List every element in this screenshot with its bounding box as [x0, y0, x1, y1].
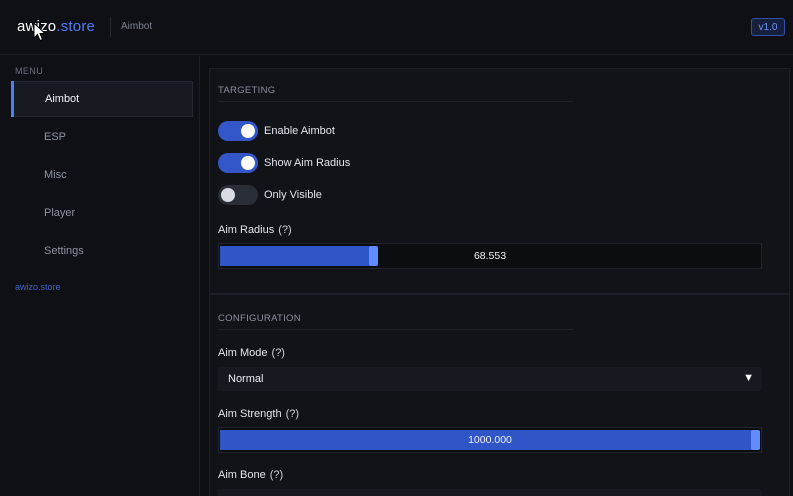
- sidebar-item-player[interactable]: Player: [11, 195, 193, 231]
- sidebar-item-label: Player: [44, 207, 76, 219]
- aim-radius-label-text: Aim Radius: [218, 224, 275, 236]
- aim-bone-select[interactable]: [218, 489, 762, 496]
- sidebar-footer-link[interactable]: awizo.store: [15, 282, 61, 292]
- sidebar-item-label: Aimbot: [45, 93, 80, 105]
- aim-mode-label-text: Aim Mode: [218, 347, 268, 359]
- aim-bone-label: Aim Bone (?): [218, 469, 283, 481]
- aim-mode-select[interactable]: Normal ▼: [218, 367, 762, 391]
- section-title-configuration: CONFIGURATION: [218, 313, 301, 324]
- enable-aimbot-label: Enable Aimbot: [264, 125, 335, 137]
- aim-strength-label: Aim Strength (?): [218, 408, 299, 420]
- aim-radius-slider[interactable]: 68.553: [218, 243, 762, 269]
- app-logo[interactable]: awizo.store: [17, 18, 95, 35]
- aim-strength-slider[interactable]: 1000.000: [218, 427, 762, 453]
- sidebar-item-esp[interactable]: ESP: [11, 119, 193, 155]
- targeting-section: TARGETING Enable Aimbot Show Aim Radius …: [209, 68, 790, 294]
- aim-bone-label-text: Aim Bone: [218, 469, 266, 481]
- enable-aimbot-row: Enable Aimbot: [218, 121, 335, 141]
- aim-bone-help-icon[interactable]: (?): [270, 469, 283, 481]
- top-bar: awizo.store Aimbot v1.0: [0, 0, 793, 55]
- menu-label: MENU: [15, 66, 44, 76]
- show-aim-radius-row: Show Aim Radius: [218, 153, 350, 173]
- aim-strength-label-text: Aim Strength: [218, 408, 282, 420]
- main-panel: TARGETING Enable Aimbot Show Aim Radius …: [201, 56, 793, 496]
- aim-radius-help-icon[interactable]: (?): [278, 224, 291, 236]
- sidebar-item-settings[interactable]: Settings: [11, 233, 193, 269]
- section-title-targeting: TARGETING: [218, 85, 276, 96]
- aim-mode-help-icon[interactable]: (?): [272, 347, 285, 359]
- aim-radius-label: Aim Radius (?): [218, 224, 292, 236]
- version-badge: v1.0: [751, 18, 785, 36]
- aim-strength-help-icon[interactable]: (?): [286, 408, 299, 420]
- sidebar: MENU Aimbot ESP Misc Player Settings awi…: [0, 56, 200, 496]
- toggle-knob: [221, 188, 235, 202]
- aim-radius-value: 68.553: [473, 250, 507, 262]
- toggle-knob: [241, 124, 255, 138]
- only-visible-toggle[interactable]: [218, 185, 258, 205]
- enable-aimbot-toggle[interactable]: [218, 121, 258, 141]
- dropdown-caret-icon: ▼: [743, 372, 754, 384]
- logo-tld: .store: [56, 18, 96, 35]
- toggle-knob: [241, 156, 255, 170]
- show-aim-radius-label: Show Aim Radius: [264, 157, 351, 169]
- aim-mode-selected-value: Normal: [228, 373, 264, 385]
- sidebar-item-label: Settings: [44, 245, 84, 257]
- sidebar-item-label: Misc: [44, 169, 67, 181]
- show-aim-radius-toggle[interactable]: [218, 153, 258, 173]
- sidebar-item-label: ESP: [44, 131, 67, 143]
- configuration-section: CONFIGURATION Aim Mode (?) Normal ▼ Aim S…: [209, 294, 790, 496]
- aim-mode-label: Aim Mode (?): [218, 347, 285, 359]
- sidebar-item-aimbot[interactable]: Aimbot: [11, 81, 193, 117]
- only-visible-row: Only Visible: [218, 185, 322, 205]
- section-divider: [218, 329, 573, 330]
- aim-strength-value: 1000.000: [468, 434, 512, 446]
- section-divider: [218, 101, 573, 102]
- breadcrumb: Aimbot: [121, 21, 153, 32]
- mouse-cursor-icon: [33, 22, 47, 42]
- only-visible-label: Only Visible: [264, 189, 322, 201]
- header-divider: [110, 17, 111, 37]
- sidebar-item-misc[interactable]: Misc: [11, 157, 193, 193]
